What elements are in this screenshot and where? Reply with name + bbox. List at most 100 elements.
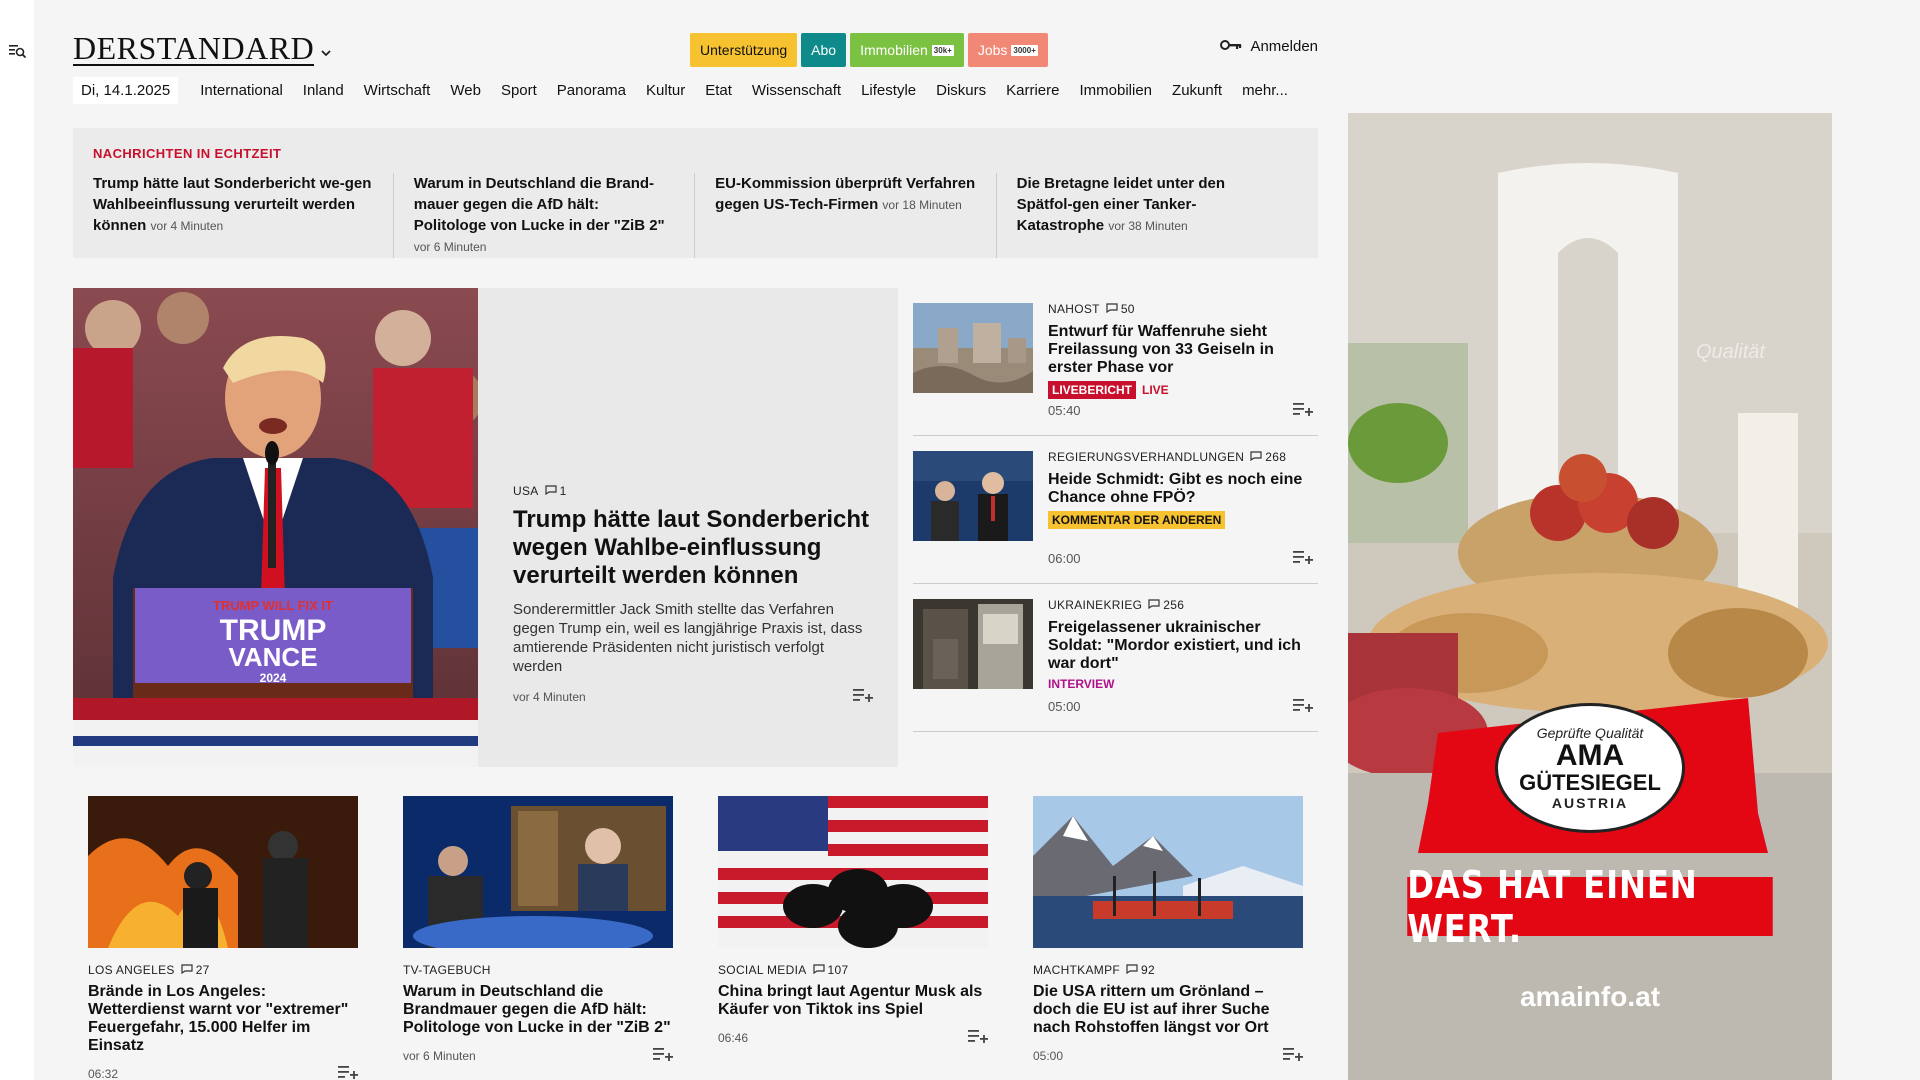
- card-title[interactable]: China bringt laut Agentur Musk als Käufe…: [718, 983, 988, 1019]
- ticker-item[interactable]: Trump hätte laut Sonderbericht we-gen Wa…: [93, 173, 394, 258]
- card-title[interactable]: Warum in Deutschland die Brandmauer gege…: [403, 983, 673, 1037]
- ad-url[interactable]: amainfo.at: [1348, 981, 1832, 1013]
- login-label: Anmelden: [1250, 38, 1318, 55]
- comments-link[interactable]: 50: [1106, 302, 1135, 316]
- article-time: 05:00: [1048, 699, 1081, 714]
- nav-item-sport[interactable]: Sport: [501, 82, 537, 99]
- add-to-list-icon[interactable]: [338, 1065, 358, 1080]
- comments-link[interactable]: 107: [812, 963, 849, 977]
- add-to-list-icon[interactable]: [1293, 698, 1313, 715]
- ticker-item[interactable]: EU-Kommission überprüft Verfahren gegen …: [695, 173, 997, 258]
- article-time: 05:40: [1048, 403, 1081, 418]
- kommentar-badge: KOMMENTAR DER ANDEREN: [1048, 511, 1226, 529]
- article-thumbnail[interactable]: [913, 303, 1033, 393]
- article-card[interactable]: LOS ANGELES 27 Brände in Los Angeles: We…: [88, 796, 358, 1080]
- add-to-list-icon[interactable]: [1293, 402, 1313, 419]
- article-text: UKRAINEKRIEG 256 Freigelassener ukrainis…: [1048, 598, 1313, 691]
- comment-icon: [1106, 302, 1118, 316]
- card-time: 05:00: [1033, 1048, 1064, 1063]
- article-card[interactable]: SOCIAL MEDIA 107 China bringt laut Agent…: [718, 796, 988, 1080]
- article-time: 06:00: [1048, 551, 1081, 566]
- card-kicker: MACHTKAMPF 92: [1033, 963, 1303, 977]
- add-to-list-icon[interactable]: [968, 1029, 988, 1046]
- menu-search-icon[interactable]: [9, 44, 27, 65]
- jobs-label: Jobs: [977, 42, 1008, 58]
- kicker-label: MACHTKAMPF: [1033, 963, 1120, 977]
- kicker-label: TV-TAGEBUCH: [403, 963, 491, 977]
- card-meta: 05:00: [1033, 1047, 1303, 1064]
- login-button[interactable]: Anmelden: [1220, 38, 1318, 55]
- card-time: 06:32: [88, 1066, 119, 1080]
- hero-title[interactable]: Trump hätte laut Sonderbericht wegen Wah…: [513, 506, 873, 590]
- abo-button[interactable]: Abo: [801, 33, 847, 67]
- card-kicker: TV-TAGEBUCH: [403, 963, 673, 977]
- nav-item-immobilien[interactable]: Immobilien: [1080, 82, 1153, 99]
- current-date: Di, 14.1.2025: [73, 76, 179, 104]
- interview-label: INTERVIEW: [1048, 677, 1115, 691]
- badge-row: INTERVIEW: [1048, 677, 1313, 691]
- article-card[interactable]: MACHTKAMPF 92 Die USA rittern um Grönlan…: [1033, 796, 1303, 1080]
- add-to-list-icon[interactable]: [1293, 550, 1313, 567]
- jobs-count-badge: 3000+: [1011, 44, 1038, 56]
- article-thumbnail[interactable]: [1033, 796, 1303, 948]
- article-title[interactable]: Heide Schmidt: Gibt es noch eine Chance …: [1048, 471, 1313, 507]
- ticker-time: vor 6 Minuten: [413, 240, 487, 254]
- comments-link[interactable]: 27: [181, 963, 210, 977]
- hero-image[interactable]: TRUMP WILL FIX IT TRUMP VANCE 2024: [73, 288, 478, 767]
- nav-item-diskurs[interactable]: Diskurs: [936, 82, 986, 99]
- nav-item-karriere[interactable]: Karriere: [1006, 82, 1059, 99]
- support-button[interactable]: Unterstützung: [690, 33, 798, 67]
- add-to-list-icon[interactable]: [853, 688, 873, 705]
- comments-link[interactable]: 268: [1250, 450, 1286, 464]
- nav-item-more[interactable]: mehr...: [1242, 82, 1288, 99]
- nav-item-wirtschaft[interactable]: Wirtschaft: [364, 82, 431, 99]
- comments-link[interactable]: 256: [1148, 598, 1184, 612]
- ticker-item[interactable]: Die Bretagne leidet unter den Spätfol-ge…: [997, 173, 1298, 258]
- article-title[interactable]: Entwurf für Waffenruhe sieht Freilassung…: [1048, 323, 1313, 377]
- add-to-list-icon[interactable]: [1283, 1047, 1303, 1064]
- card-kicker: LOS ANGELES 27: [88, 963, 358, 977]
- article-title[interactable]: Freigelassener ukrainischer Soldat: "Mor…: [1048, 619, 1313, 673]
- chevron-down-icon[interactable]: [321, 44, 331, 62]
- nav-item-etat[interactable]: Etat: [705, 82, 732, 99]
- article-thumbnail[interactable]: [403, 796, 673, 948]
- card-title[interactable]: Die USA rittern um Grönland – doch die E…: [1033, 983, 1303, 1037]
- comments-link[interactable]: 92: [1126, 963, 1155, 977]
- article-meta: 05:40: [1048, 402, 1313, 419]
- hero-comments[interactable]: 1: [544, 484, 567, 498]
- site-logo[interactable]: DERSTANDARD: [73, 32, 315, 66]
- jobs-button[interactable]: Jobs 3000+: [967, 33, 1048, 67]
- nav-item-lifestyle[interactable]: Lifestyle: [861, 82, 916, 99]
- immobilien-button[interactable]: Immobilien 30k+: [850, 33, 964, 67]
- abo-label: Abo: [811, 42, 837, 58]
- badge-row: LIVEBERICHT LIVE: [1048, 381, 1313, 399]
- ticker-title: NACHRICHTEN IN ECHTZEIT: [93, 146, 282, 161]
- nav-item-wissenschaft[interactable]: Wissenschaft: [752, 82, 841, 99]
- advertisement[interactable]: Qualität Geprüfte Qualität AMA GÜTESIEGE…: [1348, 113, 1832, 1080]
- article-text: NAHOST 50 Entwurf für Waffenruhe sieht F…: [1048, 302, 1313, 399]
- article-card[interactable]: TV-TAGEBUCH Warum in Deutschland die Bra…: [403, 796, 673, 1080]
- article-thumbnail[interactable]: [718, 796, 988, 948]
- article-thumbnail[interactable]: [88, 796, 358, 948]
- list-item[interactable]: NAHOST 50 Entwurf für Waffenruhe sieht F…: [913, 288, 1318, 436]
- side-articles: NAHOST 50 Entwurf für Waffenruhe sieht F…: [913, 288, 1318, 732]
- add-to-list-icon[interactable]: [653, 1047, 673, 1064]
- article-meta: 06:00: [1048, 550, 1313, 567]
- hero-article[interactable]: TRUMP WILL FIX IT TRUMP VANCE 2024 USA 1…: [73, 288, 898, 767]
- nav-item-web[interactable]: Web: [450, 82, 481, 99]
- list-item[interactable]: REGIERUNGSVERHANDLUNGEN 268 Heide Schmid…: [913, 436, 1318, 584]
- list-item[interactable]: UKRAINEKRIEG 256 Freigelassener ukrainis…: [913, 584, 1318, 732]
- ticker-items: Trump hätte laut Sonderbericht we-gen Wa…: [93, 173, 1298, 258]
- nav-item-panorama[interactable]: Panorama: [557, 82, 626, 99]
- hero-meta: vor 4 Minuten: [513, 688, 873, 705]
- nav-item-kultur[interactable]: Kultur: [646, 82, 685, 99]
- nav-item-zukunft[interactable]: Zukunft: [1172, 82, 1222, 99]
- ticker-item[interactable]: Warum in Deutschland die Brand-mauer geg…: [394, 173, 696, 258]
- article-thumbnail[interactable]: [913, 599, 1033, 689]
- ad-faint-text: Qualität: [1696, 341, 1765, 363]
- card-title[interactable]: Brände in Los Angeles: Wetterdienst warn…: [88, 983, 358, 1055]
- nav-item-inland[interactable]: Inland: [303, 82, 344, 99]
- comment-count: 27: [195, 963, 210, 977]
- nav-item-international[interactable]: International: [200, 82, 283, 99]
- article-thumbnail[interactable]: [913, 451, 1033, 541]
